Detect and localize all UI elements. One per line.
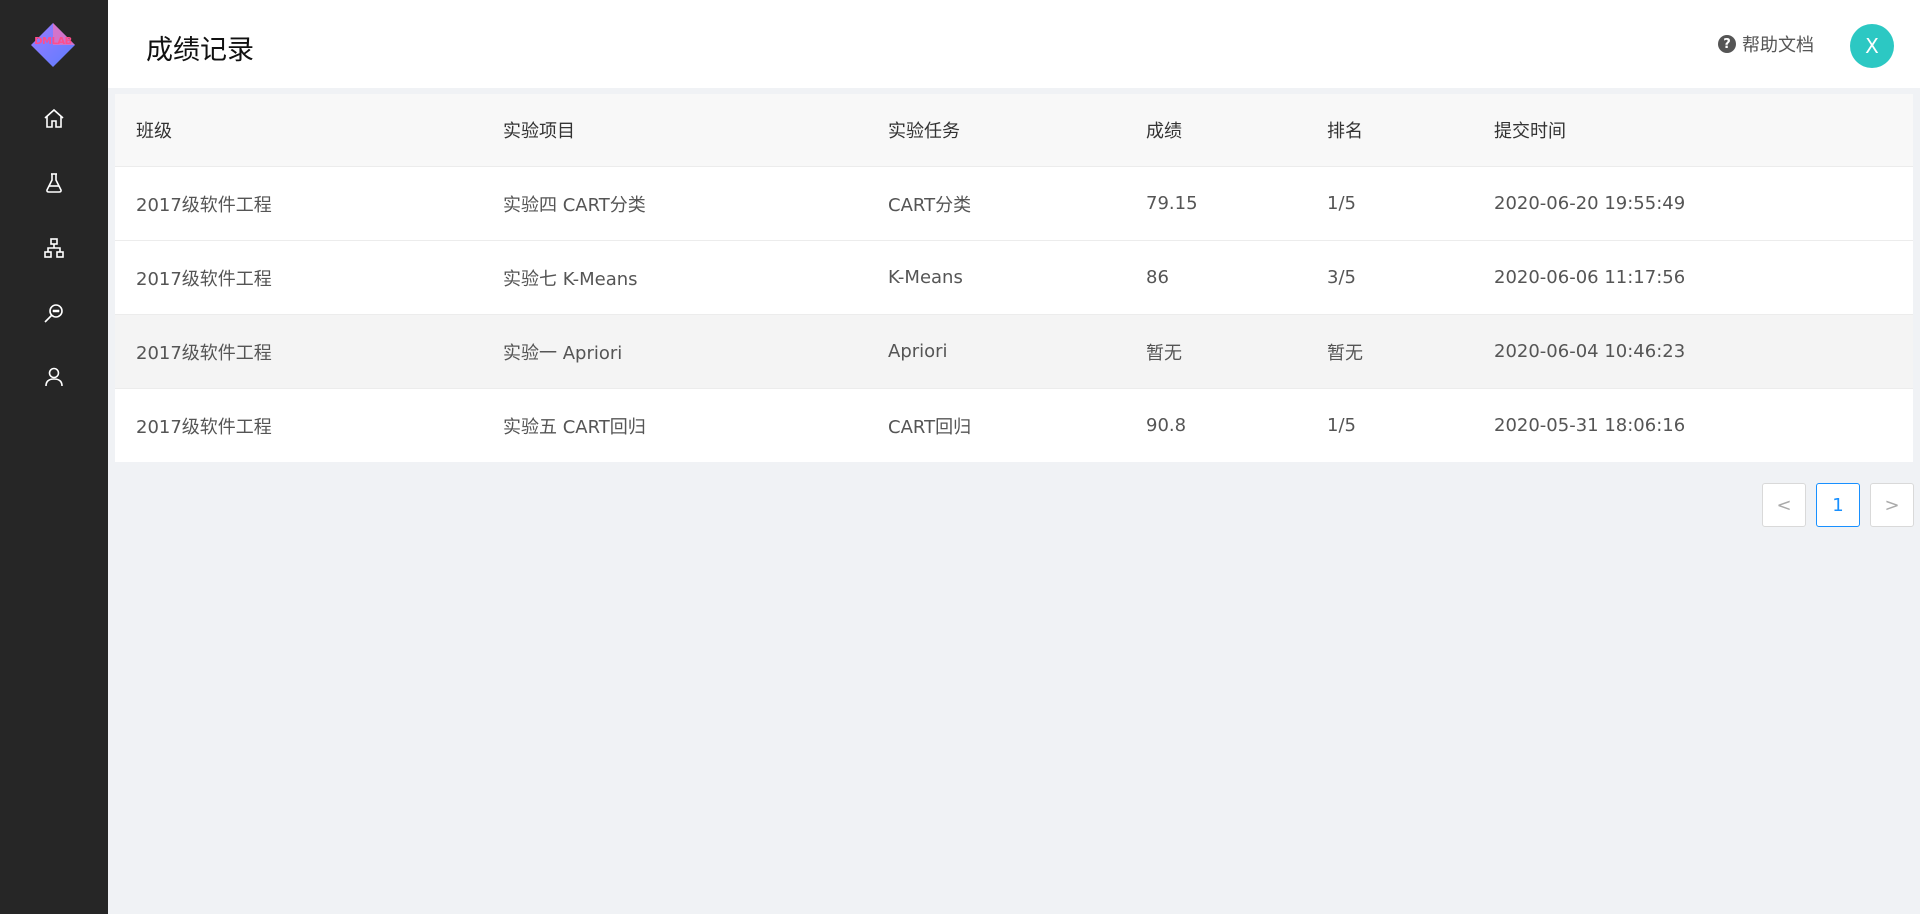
cell-score: 79.15 <box>1146 193 1198 214</box>
pagination-page-1[interactable]: 1 <box>1816 483 1860 527</box>
logo-text: DMLAB <box>34 36 72 47</box>
help-icon: ? <box>1718 35 1736 53</box>
help-docs-label: 帮助文档 <box>1742 35 1814 56</box>
header: 成绩记录 ? 帮助文档 X <box>108 0 1920 88</box>
table-row[interactable]: 2017级软件工程 实验七 K-Means K-Means 86 3/5 202… <box>115 241 1913 315</box>
cell-class: 2017级软件工程 <box>136 194 272 216</box>
cell-rank: 3/5 <box>1327 267 1356 288</box>
column-header-class: 班级 <box>136 121 172 142</box>
cell-experiment: 实验四 CART分类 <box>503 194 646 216</box>
help-docs-link[interactable]: ? 帮助文档 <box>1718 31 1814 57</box>
cell-experiment: 实验五 CART回归 <box>503 416 646 438</box>
column-header-experiment: 实验项目 <box>503 121 575 142</box>
sidebar-item-structure[interactable] <box>0 226 108 270</box>
sidebar-item-profile[interactable] <box>0 355 108 399</box>
cell-class: 2017级软件工程 <box>136 416 272 438</box>
user-icon <box>45 367 63 387</box>
cell-score: 86 <box>1146 267 1169 288</box>
pagination-prev-button[interactable]: < <box>1762 483 1806 527</box>
sidebar-item-search[interactable] <box>0 291 108 335</box>
column-header-score: 成绩 <box>1146 121 1182 142</box>
column-header-rank: 排名 <box>1327 121 1363 142</box>
search-chat-icon <box>44 304 63 323</box>
cell-submit-time: 2020-06-20 19:55:49 <box>1494 193 1686 214</box>
cell-task: K-Means <box>888 267 963 288</box>
column-header-submit-time: 提交时间 <box>1494 121 1566 142</box>
avatar[interactable]: X <box>1850 24 1894 68</box>
cell-rank: 1/5 <box>1327 193 1356 214</box>
flask-icon <box>46 173 62 193</box>
logo[interactable]: DMLAB <box>30 22 76 68</box>
cell-class: 2017级软件工程 <box>136 342 272 364</box>
sidebar: DMLAB <box>0 0 108 914</box>
cell-experiment: 实验七 K-Means <box>503 268 638 290</box>
cell-task: CART分类 <box>888 194 972 216</box>
cell-rank: 暂无 <box>1327 342 1363 364</box>
table-header-row: 班级 实验项目 实验任务 成绩 排名 提交时间 <box>115 94 1913 167</box>
cell-submit-time: 2020-06-06 11:17:56 <box>1494 267 1686 288</box>
cell-class: 2017级软件工程 <box>136 268 272 290</box>
cell-score: 暂无 <box>1146 342 1182 364</box>
cell-score: 90.8 <box>1146 415 1187 436</box>
grades-table: 班级 实验项目 实验任务 成绩 排名 提交时间 2017级软件工程 实验四 CA… <box>115 94 1913 462</box>
cell-experiment: 实验一 Apriori <box>503 342 623 364</box>
page-title: 成绩记录 <box>146 35 254 66</box>
cell-rank: 1/5 <box>1327 415 1356 436</box>
cell-submit-time: 2020-05-31 18:06:16 <box>1494 415 1686 436</box>
cell-submit-time: 2020-06-04 10:46:23 <box>1494 341 1686 362</box>
table-row[interactable]: 2017级软件工程 实验一 Apriori Apriori 暂无 暂无 2020… <box>115 315 1913 389</box>
cell-task: Apriori <box>888 341 948 362</box>
pagination-next-button[interactable]: > <box>1870 483 1914 527</box>
sidebar-item-home[interactable] <box>0 97 108 141</box>
home-icon <box>44 108 64 128</box>
sidebar-item-experiments[interactable] <box>0 161 108 205</box>
table-row[interactable]: 2017级软件工程 实验五 CART回归 CART回归 90.8 1/5 202… <box>115 389 1913 462</box>
cell-task: CART回归 <box>888 416 972 438</box>
table-row[interactable]: 2017级软件工程 实验四 CART分类 CART分类 79.15 1/5 20… <box>115 167 1913 241</box>
hierarchy-icon <box>44 238 64 258</box>
column-header-task: 实验任务 <box>888 121 960 142</box>
